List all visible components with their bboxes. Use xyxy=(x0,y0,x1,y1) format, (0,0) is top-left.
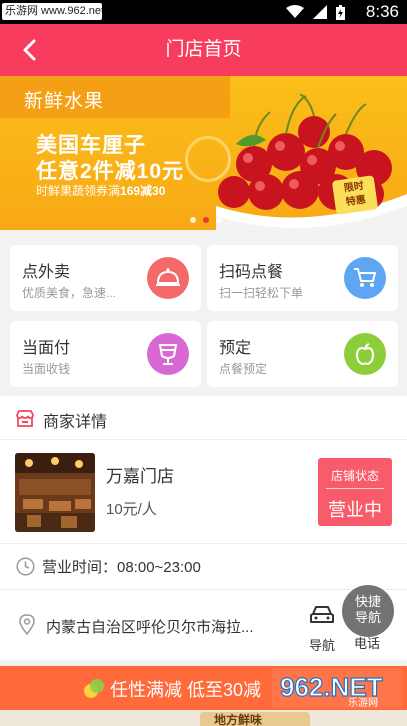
carousel-dots xyxy=(190,217,222,223)
promo-text: 任性满减 低至30减 xyxy=(110,680,262,700)
price-per-person: 10元/人 xyxy=(106,501,157,518)
navigate-button[interactable]: 导航 xyxy=(306,604,338,654)
business-hours-row: 营业时间：08:00~23:00 xyxy=(0,544,407,590)
cart-icon xyxy=(344,257,386,299)
store-address: 内蒙古自治区呼伦贝尔市海拉... xyxy=(46,619,254,636)
status-divider xyxy=(326,488,384,489)
cloche-icon xyxy=(147,257,189,299)
next-card-preview: 地方鲜味 xyxy=(0,710,407,726)
discount-promo-bar[interactable]: 任性满减 低至30减 962.NET 乐游网 xyxy=(0,666,407,710)
fab-line-1: 快捷 xyxy=(354,594,381,609)
apple-icon xyxy=(344,333,386,375)
service-subtitle: 点餐预定 xyxy=(219,362,268,376)
limited-offer-tag: 限时 特惠 xyxy=(331,175,379,215)
page-title: 门店首页 xyxy=(165,39,242,60)
store-icon xyxy=(16,410,34,427)
service-card-scan-order[interactable]: 扫码点餐 扫一扫轻松下单 xyxy=(207,245,398,311)
promo-banner[interactable]: 新鲜水果 美国车厘子 任意2件减10元 时鲜果蔬领券满169减30 限时 特惠 xyxy=(0,76,407,230)
cup-icon xyxy=(147,333,189,375)
service-title: 扫码点餐 xyxy=(219,264,284,281)
store-name: 万嘉门店 xyxy=(106,467,174,486)
business-hours: 营业时间：08:00~23:00 xyxy=(42,559,201,576)
banner-heading: 新鲜水果 xyxy=(24,91,105,112)
banner-coupon-text: 时鲜果蔬领券满 xyxy=(36,184,121,198)
carousel-dot[interactable] xyxy=(216,217,222,223)
service-title: 预定 xyxy=(219,340,252,357)
carousel-dot-active[interactable] xyxy=(203,217,209,223)
wifi-icon xyxy=(286,5,304,18)
quick-navigation-button[interactable]: 快捷 导航 xyxy=(342,585,394,637)
battery-icon xyxy=(336,4,345,20)
preview-title: 地方鲜味 xyxy=(214,713,263,726)
service-title: 点外卖 xyxy=(22,264,71,281)
navigate-label: 导航 xyxy=(308,638,335,653)
service-title: 当面付 xyxy=(22,340,71,357)
signal-icon xyxy=(313,5,327,19)
location-pin-icon xyxy=(19,614,35,635)
merchant-header: 商家详情 xyxy=(0,396,407,440)
service-subtitle: 优质美食，急速... xyxy=(22,286,117,300)
carousel-dot[interactable] xyxy=(190,217,196,223)
service-card-pay-in-person[interactable]: 当面付 当面收钱 xyxy=(10,321,201,387)
svg-text:乐游网: 乐游网 xyxy=(348,696,378,708)
service-card-reservation[interactable]: 预定 点餐预定 xyxy=(207,321,398,387)
merchant-info[interactable]: 万嘉门店 10元/人 店铺状态 营业中 xyxy=(0,440,407,544)
promo-logo-icon xyxy=(84,679,104,698)
service-subtitle: 扫一扫轻松下单 xyxy=(219,286,304,300)
banner-coupon-amount: 169减30 xyxy=(120,184,166,198)
merchant-section-title: 商家详情 xyxy=(43,414,108,431)
top-bar: 门店首页 xyxy=(0,24,407,76)
site-watermark: 962.NET 乐游网 xyxy=(272,668,402,708)
status-value: 营业中 xyxy=(328,500,382,520)
service-card-takeout[interactable]: 点外卖 优质美食，急速... xyxy=(10,245,201,311)
clock-icon xyxy=(16,557,35,576)
clock: 8:36 xyxy=(365,2,399,21)
fab-line-2: 导航 xyxy=(354,610,381,625)
banner-line-3: 时鲜果蔬领券满169减30 xyxy=(36,182,165,199)
banner-line-2: 任意2件减10元 xyxy=(36,160,185,183)
service-subtitle: 当面收钱 xyxy=(22,362,71,376)
store-photo xyxy=(15,453,95,532)
status-bar: 乐游网 www.962.net 8:36 xyxy=(0,0,407,24)
status-icons xyxy=(286,4,345,20)
status-label: 店铺状态 xyxy=(330,469,379,483)
cherry-bowl-image xyxy=(216,94,407,230)
watermark-label: 乐游网 www.962.net xyxy=(2,3,102,20)
car-icon xyxy=(310,606,334,623)
store-status-badge: 店铺状态 营业中 xyxy=(318,458,392,526)
